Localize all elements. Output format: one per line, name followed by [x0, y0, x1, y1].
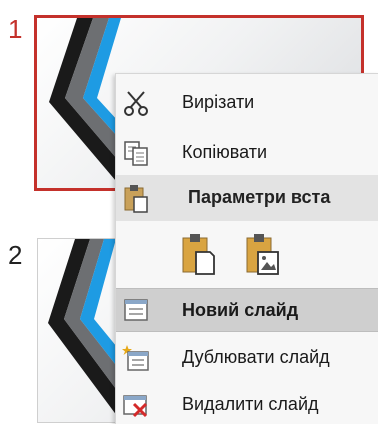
- menu-item-cut-label: Вирізати: [182, 91, 255, 112]
- slide-number-1: 1: [8, 14, 23, 44]
- menu-item-duplicate-slide-label: Дублювати слайд: [182, 346, 330, 367]
- paste-options-header: Параметри вста: [116, 175, 378, 221]
- paste-icon: [124, 185, 148, 213]
- paste-options-label: Параметри вста: [188, 187, 331, 207]
- menu-item-duplicate-slide[interactable]: Дублювати слайд: [116, 337, 378, 377]
- copy-icon: [124, 141, 148, 166]
- slide-number-2: 2: [8, 240, 23, 270]
- context-menu: Вирізати Копіювати Параметри вста Новий …: [115, 73, 378, 424]
- menu-item-new-slide[interactable]: Новий слайд: [116, 288, 378, 332]
- cut-icon: [124, 91, 148, 116]
- menu-item-new-slide-label: Новий слайд: [182, 299, 299, 320]
- menu-item-delete-slide[interactable]: Видалити слайд: [116, 384, 378, 424]
- duplicate-slide-icon: [122, 345, 149, 371]
- menu-item-delete-slide-label: Видалити слайд: [182, 393, 319, 414]
- paste-picture-option[interactable]: [244, 232, 280, 276]
- new-slide-icon: [124, 299, 148, 321]
- paste-keep-formatting-option[interactable]: [180, 232, 216, 276]
- delete-slide-icon: [123, 395, 148, 418]
- menu-item-cut[interactable]: Вирізати: [116, 82, 378, 122]
- paste-keep-formatting-icon: [182, 234, 215, 275]
- menu-item-copy[interactable]: Копіювати: [116, 132, 378, 172]
- menu-item-copy-label: Копіювати: [182, 141, 268, 162]
- paste-picture-icon: [246, 234, 279, 275]
